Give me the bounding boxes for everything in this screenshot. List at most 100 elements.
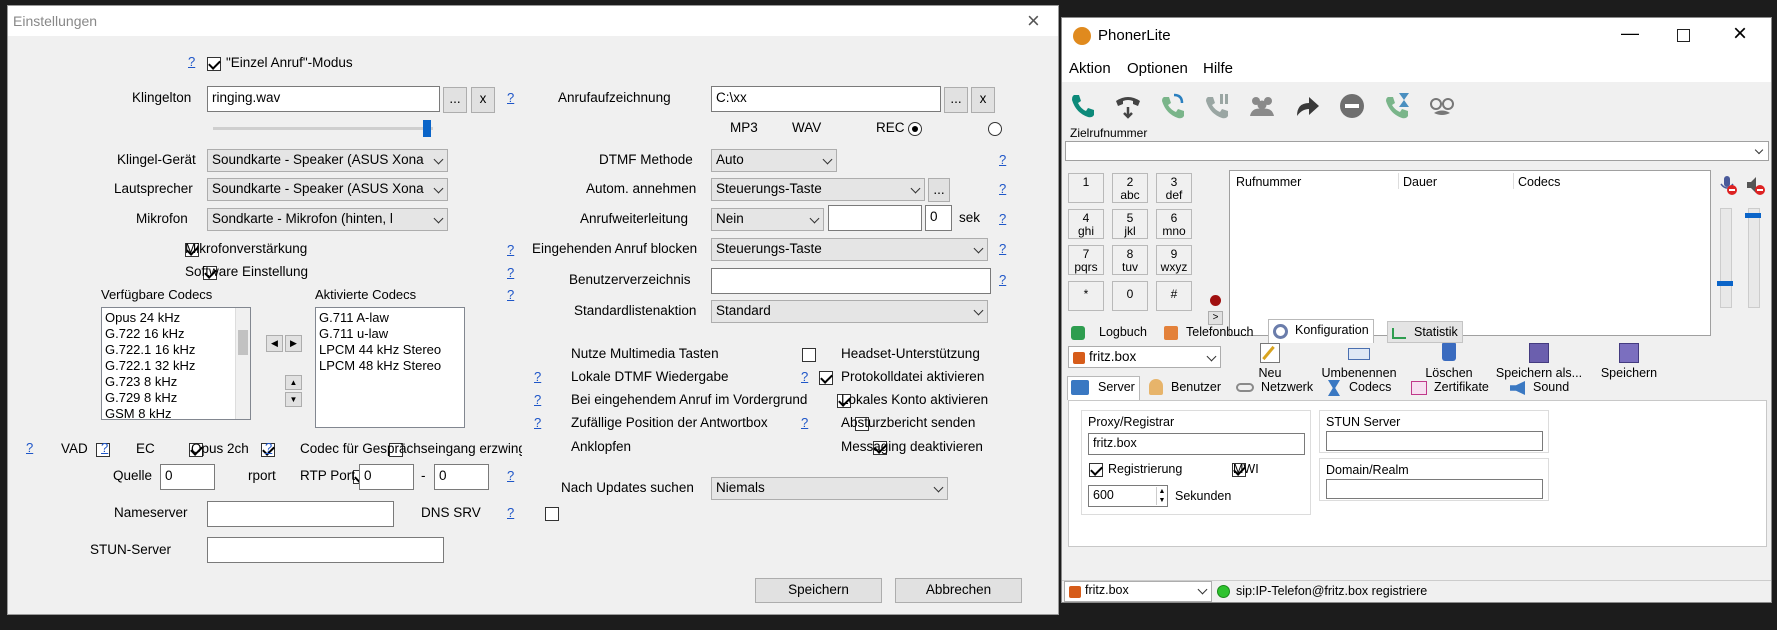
mic-mute-icon[interactable] bbox=[1716, 174, 1738, 196]
codec-list-item[interactable]: G.723 8 kHz bbox=[105, 374, 247, 390]
help-opus[interactable]: ? bbox=[265, 440, 272, 455]
einzel-anruf-checkbox[interactable] bbox=[207, 57, 221, 72]
help-mikro[interactable]: ? bbox=[507, 242, 514, 257]
quelle-input[interactable]: 0 bbox=[160, 464, 215, 490]
help-zufall2[interactable]: ? bbox=[801, 415, 808, 430]
help-dns[interactable]: ? bbox=[507, 505, 514, 520]
action-speichern[interactable]: Speichern bbox=[1599, 343, 1659, 380]
chevron-down-icon[interactable] bbox=[1754, 145, 1764, 155]
key-7[interactable]: 7 pqrs bbox=[1068, 245, 1104, 275]
key-0[interactable]: 0 bbox=[1112, 281, 1148, 311]
codec-list-item[interactable]: Opus 24 kHz bbox=[105, 310, 247, 326]
col-codecs[interactable]: Codecs bbox=[1518, 175, 1560, 189]
help-dtmf-local2[interactable]: ? bbox=[801, 369, 808, 384]
tab-konfiguration[interactable]: Konfiguration bbox=[1268, 319, 1374, 343]
close-icon[interactable]: × bbox=[1027, 8, 1040, 34]
action-umbenennen[interactable]: Umbenennen bbox=[1319, 343, 1399, 380]
codec-list-item[interactable]: G.722.1 16 kHz bbox=[105, 342, 247, 358]
menu-aktion[interactable]: Aktion bbox=[1069, 60, 1111, 77]
nameserver-input[interactable] bbox=[207, 501, 394, 527]
incognito-icon[interactable] bbox=[1427, 91, 1457, 121]
wav-radio[interactable] bbox=[988, 122, 1003, 137]
key-3[interactable]: 3 def bbox=[1156, 173, 1192, 203]
key-5[interactable]: 5 jkl bbox=[1112, 209, 1148, 239]
klingelton-clear-button[interactable]: x bbox=[471, 87, 495, 113]
hold-icon[interactable] bbox=[1202, 91, 1232, 121]
help-dtmf-local[interactable]: ? bbox=[534, 369, 541, 384]
klingelton-browse-button[interactable]: ... bbox=[443, 87, 467, 113]
help-blocken[interactable]: ? bbox=[999, 241, 1006, 256]
mp3-radio[interactable] bbox=[908, 122, 923, 137]
klingel-geraet-select[interactable]: Soundkarte - Speaker (ASUS Xona bbox=[207, 149, 448, 172]
move-right-button[interactable]: ▶ bbox=[285, 335, 302, 352]
key-2[interactable]: 2 abc bbox=[1112, 173, 1148, 203]
help-codecs[interactable]: ? bbox=[507, 287, 514, 302]
abbrechen-button[interactable]: Abbrechen bbox=[895, 578, 1022, 603]
key-9[interactable]: 9 wxyz bbox=[1156, 245, 1192, 275]
lokale-dtmf-checkbox[interactable] bbox=[819, 371, 834, 386]
speaker-mute-icon[interactable] bbox=[1744, 174, 1766, 196]
col-rufnummer[interactable]: Rufnummer bbox=[1236, 175, 1301, 189]
action-loeschen[interactable]: Löschen bbox=[1424, 343, 1474, 380]
subtab-codecs[interactable]: Codecs bbox=[1322, 376, 1396, 398]
subtab-sound[interactable]: Sound bbox=[1505, 376, 1574, 398]
rtp-port-from-input[interactable]: 0 bbox=[359, 464, 414, 490]
multimedia-checkbox[interactable] bbox=[801, 348, 816, 363]
scrollbar[interactable] bbox=[235, 308, 250, 419]
dns-srv-checkbox[interactable] bbox=[545, 507, 560, 522]
codec-list-item[interactable]: G.711 u-law bbox=[319, 326, 461, 342]
codec-list-item[interactable]: G.711 A-law bbox=[319, 310, 461, 326]
aufzeichnung-clear-button[interactable]: x bbox=[971, 87, 995, 113]
subtab-zertifikate[interactable]: Zertifikate bbox=[1406, 376, 1494, 398]
standardlistenaktion-select[interactable]: Standard bbox=[711, 300, 988, 323]
help-klingelton[interactable]: ? bbox=[507, 90, 514, 105]
codec-list-item[interactable]: LPCM 44 kHz Stereo bbox=[319, 342, 461, 358]
registrierung-checkbox[interactable] bbox=[1089, 463, 1103, 478]
block-icon[interactable] bbox=[1337, 91, 1367, 121]
close-icon[interactable]: × bbox=[1733, 20, 1747, 48]
profile-select[interactable]: fritz.box bbox=[1068, 346, 1221, 368]
mikrofon-select[interactable]: Sondkarte - Mikrofon (hinten, l bbox=[207, 208, 448, 231]
stun-input[interactable] bbox=[1326, 431, 1543, 451]
status-profile-select[interactable]: fritz.box bbox=[1064, 581, 1212, 602]
rtp-port-to-input[interactable]: 0 bbox=[434, 464, 489, 490]
forward-icon[interactable] bbox=[1292, 91, 1322, 121]
key-4[interactable]: 4 ghi bbox=[1068, 209, 1104, 239]
menu-optionen[interactable]: Optionen bbox=[1127, 60, 1188, 77]
tab-statistik[interactable]: Statistik bbox=[1387, 321, 1463, 343]
weiterleitung-sek-input[interactable]: 0 bbox=[925, 205, 952, 231]
maximize-icon[interactable] bbox=[1677, 29, 1690, 42]
stun-server-input[interactable] bbox=[207, 537, 444, 563]
autom-annehmen-select[interactable]: Steuerungs-Taste bbox=[711, 178, 925, 201]
autom-annehmen-more-button[interactable]: ... bbox=[928, 178, 950, 202]
speaker-volume-track[interactable] bbox=[1748, 208, 1760, 308]
codec-list-item[interactable]: LPCM 48 kHz Stereo bbox=[319, 358, 461, 374]
help-dtmf[interactable]: ? bbox=[999, 152, 1006, 167]
zielrufnummer-input[interactable] bbox=[1065, 141, 1769, 161]
minimize-icon[interactable]: — bbox=[1621, 23, 1639, 44]
callback-icon[interactable] bbox=[1158, 91, 1188, 121]
anrufaufzeichnung-input[interactable]: C:\xx bbox=[711, 86, 941, 112]
codec-list-item[interactable]: GSM 8 kHz bbox=[105, 406, 247, 419]
action-neu[interactable]: Neu bbox=[1245, 343, 1295, 380]
domain-input[interactable] bbox=[1326, 479, 1543, 499]
aufzeichnung-browse-button[interactable]: ... bbox=[944, 87, 968, 113]
action-speichern-als[interactable]: Speichern als... bbox=[1495, 343, 1583, 380]
aktivierte-codecs-list[interactable]: G.711 A-law G.711 u-law LPCM 44 kHz Stereo… bbox=[315, 307, 465, 428]
key-1[interactable]: 1 bbox=[1068, 173, 1104, 203]
help-vordergrund[interactable]: ? bbox=[534, 392, 541, 407]
benutzerverzeichnis-input[interactable] bbox=[711, 268, 991, 294]
move-up-button[interactable]: ▲ bbox=[285, 375, 302, 390]
scroll-thumb[interactable] bbox=[238, 330, 248, 355]
move-left-button[interactable]: ◀ bbox=[266, 335, 283, 352]
key-hash[interactable]: # bbox=[1156, 281, 1192, 311]
help-benutzer[interactable]: ? bbox=[999, 272, 1006, 287]
help-rtp[interactable]: ? bbox=[507, 468, 514, 483]
col-dauer[interactable]: Dauer bbox=[1403, 175, 1437, 189]
codec-list-item[interactable]: G.722.1 32 kHz bbox=[105, 358, 247, 374]
help-weiterleitung[interactable]: ? bbox=[999, 211, 1006, 226]
dtmf-methode-select[interactable]: Auto bbox=[711, 149, 837, 172]
anrufweiterleitung-select[interactable]: Nein bbox=[711, 208, 824, 231]
subtab-server[interactable]: Server bbox=[1067, 376, 1140, 400]
move-down-button[interactable]: ▼ bbox=[285, 392, 302, 407]
